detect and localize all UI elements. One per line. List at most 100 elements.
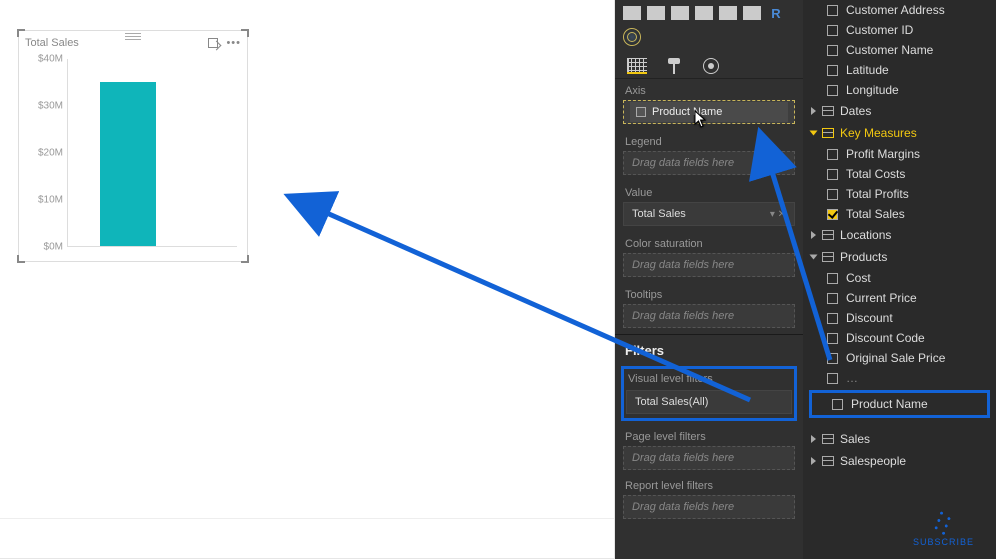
colorsat-section-label: Color saturation: [615, 232, 803, 253]
field-checkbox[interactable]: [827, 45, 838, 56]
field-row[interactable]: Total Profits: [803, 184, 996, 204]
field-checkbox[interactable]: [827, 313, 838, 324]
analytics-tab-icon[interactable]: [703, 58, 719, 74]
field-label: Total Costs: [846, 167, 905, 181]
y-tick-label: $20M: [25, 148, 63, 159]
bar-series-0[interactable]: [100, 82, 156, 246]
field-label: Customer Name: [846, 43, 933, 57]
table-group-products[interactable]: Products: [803, 246, 996, 268]
field-row[interactable]: Total Sales: [803, 204, 996, 224]
expand-icon[interactable]: [811, 107, 816, 115]
field-checkbox[interactable]: [827, 333, 838, 344]
fields-panel: Customer Address Customer ID Customer Name…: [803, 0, 996, 559]
y-tick-label: $30M: [25, 101, 63, 112]
table-group-key-measures[interactable]: Key Measures: [803, 122, 996, 144]
format-tab-icon[interactable]: [665, 58, 685, 74]
field-label: Total Profits: [846, 187, 909, 201]
field-row[interactable]: Total Costs: [803, 164, 996, 184]
axis-field-name: Product Name: [652, 106, 722, 118]
field-row[interactable]: Current Price: [803, 288, 996, 308]
field-row[interactable]: Profit Margins: [803, 144, 996, 164]
field-row[interactable]: Cost: [803, 268, 996, 288]
field-checkbox[interactable]: [827, 85, 838, 96]
table-group-locations[interactable]: Locations: [803, 224, 996, 246]
table-icon: [822, 230, 834, 240]
visual-filter-text: Total Sales(All): [635, 396, 708, 408]
field-checkbox[interactable]: [827, 169, 838, 180]
field-checkbox[interactable]: [827, 209, 838, 220]
field-label: Longitude: [846, 83, 899, 97]
field-checkbox[interactable]: [827, 353, 838, 364]
viz-type-icon[interactable]: [623, 6, 641, 20]
field-pill-checkbox-icon[interactable]: [636, 107, 646, 117]
visual-filter-row[interactable]: Total Sales(All): [626, 390, 792, 414]
field-row[interactable]: Discount Code: [803, 328, 996, 348]
collapse-icon[interactable]: [810, 131, 818, 136]
table-label: Products: [840, 250, 887, 264]
field-checkbox[interactable]: [827, 149, 838, 160]
report-canvas[interactable]: Total Sales ••• $0M$10M$20M$30M$40M: [0, 0, 615, 559]
field-checkbox[interactable]: [832, 399, 843, 410]
legend-section-label: Legend: [615, 130, 803, 151]
resize-handle-br[interactable]: [241, 255, 249, 263]
table-icon: [822, 128, 834, 138]
expand-icon[interactable]: [811, 435, 816, 443]
field-label: Total Sales: [846, 207, 905, 221]
field-row-product-name[interactable]: Product Name: [832, 397, 981, 411]
expand-icon[interactable]: [811, 457, 816, 465]
focus-mode-icon[interactable]: [208, 38, 218, 48]
report-filters-well[interactable]: Drag data fields here: [623, 495, 795, 519]
remove-value-icon[interactable]: ▾ ✕: [770, 209, 786, 220]
field-checkbox[interactable]: [827, 5, 838, 16]
field-label: Discount Code: [846, 331, 925, 345]
colorsat-field-well[interactable]: Drag data fields here: [623, 253, 795, 277]
field-row[interactable]: Latitude: [803, 60, 996, 80]
field-label: Cost: [846, 271, 871, 285]
field-row[interactable]: Original Sale Price: [803, 348, 996, 368]
expand-icon[interactable]: [811, 231, 816, 239]
field-checkbox[interactable]: [827, 25, 838, 36]
field-label: Discount: [846, 311, 893, 325]
fields-tab-icon[interactable]: [627, 58, 647, 74]
value-field-row[interactable]: Total Sales ▾ ✕: [623, 202, 795, 226]
field-row[interactable]: Longitude: [803, 80, 996, 100]
field-row[interactable]: Customer Address: [803, 0, 996, 20]
page-filters-well[interactable]: Drag data fields here: [623, 446, 795, 470]
table-icon: [822, 456, 834, 466]
field-row[interactable]: Customer Name: [803, 40, 996, 60]
legend-field-well[interactable]: Drag data fields here: [623, 151, 795, 175]
viz-type-icon[interactable]: [743, 6, 761, 20]
axis-field-well[interactable]: Product Name: [623, 100, 795, 124]
more-options-icon[interactable]: •••: [226, 37, 241, 49]
axis-section-label: Axis: [615, 79, 803, 100]
viz-type-icon[interactable]: [647, 6, 665, 20]
field-row[interactable]: Customer ID: [803, 20, 996, 40]
field-row[interactable]: Discount: [803, 308, 996, 328]
r-script-visual-icon[interactable]: R: [767, 6, 785, 20]
subscribe-label: SUBSCRIBE: [913, 537, 974, 547]
dna-icon: [929, 506, 959, 538]
visual-filters-highlight-annotation: Visual level filters Total Sales(All): [621, 366, 797, 421]
drag-handle-icon[interactable]: [125, 33, 141, 41]
table-group-salespeople[interactable]: Salespeople: [803, 450, 996, 472]
resize-handle-bl[interactable]: [17, 255, 25, 263]
collapse-icon[interactable]: [810, 255, 818, 260]
tooltips-field-well[interactable]: Drag data fields here: [623, 304, 795, 328]
viz-type-icon[interactable]: [719, 6, 737, 20]
field-checkbox[interactable]: [827, 373, 838, 384]
table-group-sales[interactable]: Sales: [803, 428, 996, 450]
field-checkbox[interactable]: [827, 189, 838, 200]
field-label: Customer Address: [846, 3, 945, 17]
field-row-truncated[interactable]: …: [803, 368, 996, 388]
field-checkbox[interactable]: [827, 65, 838, 76]
table-group-dates[interactable]: Dates: [803, 100, 996, 122]
field-checkbox[interactable]: [827, 293, 838, 304]
viz-type-icon[interactable]: [671, 6, 689, 20]
viz-type-icon[interactable]: [695, 6, 713, 20]
custom-visual-store-icon[interactable]: [623, 28, 641, 46]
visualizations-panel: R Axis Product Name Legend Drag data fie…: [615, 0, 803, 559]
value-field-name: Total Sales: [632, 208, 686, 220]
chart-visual[interactable]: Total Sales ••• $0M$10M$20M$30M$40M: [18, 30, 248, 262]
field-checkbox[interactable]: [827, 273, 838, 284]
axis-field-pill[interactable]: Product Name: [630, 102, 788, 122]
